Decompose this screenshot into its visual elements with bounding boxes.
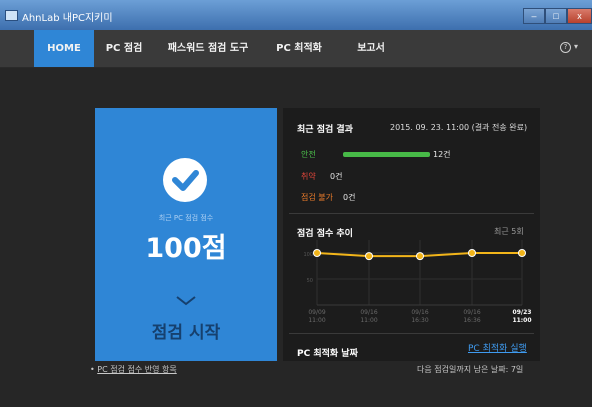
tab-report[interactable]: 보고서 <box>336 30 406 67</box>
x-tick-label: 11:00 <box>360 317 377 324</box>
x-tick-label: 16:36 <box>463 317 480 324</box>
score-point <box>313 249 321 257</box>
x-tick-label: 09/23 <box>513 309 532 316</box>
score-point <box>518 249 526 257</box>
title-bar[interactable]: AhnLab 내PC지키미 – □ x <box>0 0 592 30</box>
score-point <box>416 252 424 261</box>
x-tick-label: 09/09 <box>308 309 325 316</box>
x-tick-label: 09/16 <box>411 309 428 316</box>
results-title: 최근 점검 결과 <box>297 125 353 135</box>
trend-title: 점검 점수 추이 <box>297 229 353 239</box>
trend-recent-label: 최근 5회 <box>494 227 524 236</box>
x-tick-label: 11:00 <box>512 317 531 324</box>
optimization-title: PC 최적화 날짜 <box>297 349 358 359</box>
bullet: • <box>90 365 95 374</box>
divider <box>289 333 534 334</box>
score-items-link[interactable]: • PC 점검 점수 반영 항목 <box>90 364 177 375</box>
status-safe-count: 12건 <box>433 150 451 159</box>
next-check-label: 다음 점검일까지 남은 날짜: 7일 <box>417 365 524 374</box>
window-title: AhnLab 내PC지키미 <box>22 13 113 24</box>
y-tick-label: 100 <box>303 252 313 258</box>
x-tick-label: 09/16 <box>360 309 377 316</box>
chevron-down-icon <box>95 292 277 311</box>
main-nav: HOME PC 점검 패스워드 점검 도구 PC 최적화 보고서 ? ▾ <box>0 30 592 68</box>
chevron-down-icon[interactable]: ▾ <box>574 42 578 51</box>
status-vulnerable-label: 취약 <box>301 172 316 181</box>
y-tick-label: 50 <box>307 278 313 284</box>
x-tick-label: 09/16 <box>463 309 480 316</box>
score-value: 100점 <box>145 233 227 264</box>
status-safe-bar <box>343 152 430 157</box>
run-optimization-link[interactable]: PC 최적화 실행 <box>468 341 527 354</box>
results-date: 2015. 09. 23. 11:00 (결과 전송 완료) <box>390 123 528 132</box>
tab-pc-optimize[interactable]: PC 최적화 <box>262 30 336 67</box>
close-button[interactable]: x <box>567 8 592 24</box>
score-point <box>365 252 373 261</box>
checkmark-icon <box>163 158 207 202</box>
maximize-button[interactable]: □ <box>545 8 567 24</box>
score-trend-chart: 100 50 09/0911:0009/1611:0009/1616:3009/… <box>303 240 532 324</box>
status-unchecked-count: 0건 <box>343 193 356 202</box>
score-point <box>468 249 476 257</box>
x-tick-label: 11:00 <box>308 317 325 324</box>
tab-pc-check[interactable]: PC 점검 <box>94 30 154 67</box>
status-safe-label: 안전 <box>301 150 316 159</box>
status-unchecked-label: 점검 불가 <box>301 193 333 202</box>
divider <box>289 213 534 214</box>
score-items-link-label[interactable]: PC 점검 점수 반영 항목 <box>97 365 176 374</box>
x-tick-label: 16:30 <box>411 317 428 324</box>
app-window: AhnLab 내PC지키미 – □ x HOME PC 점검 패스워드 점검 도… <box>0 0 592 407</box>
help-icon[interactable]: ? <box>560 42 571 53</box>
minimize-button[interactable]: – <box>523 8 545 24</box>
tab-password-check[interactable]: 패스워드 점검 도구 <box>154 30 262 67</box>
app-icon <box>5 10 18 21</box>
start-check-label: 점검 시작 <box>151 323 221 343</box>
tab-home[interactable]: HOME <box>34 30 94 67</box>
status-vulnerable-count: 0건 <box>330 172 343 181</box>
score-label: 최근 PC 점검 점수 <box>158 214 214 222</box>
